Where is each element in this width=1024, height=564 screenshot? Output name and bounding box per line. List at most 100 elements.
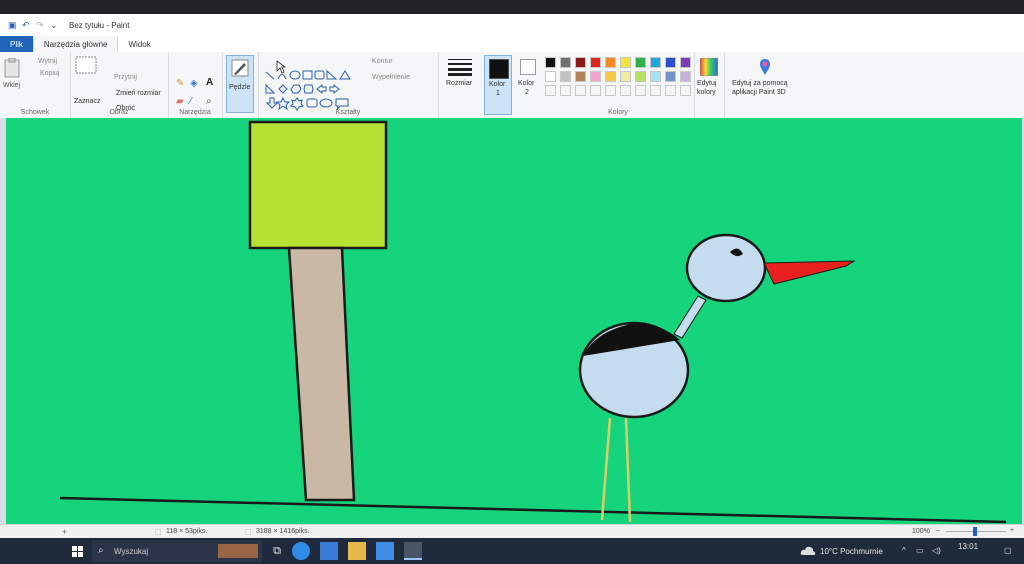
color-picker-icon[interactable]: ⁄: [190, 96, 192, 107]
bird-head: [685, 233, 767, 303]
palette-swatch[interactable]: [590, 85, 601, 96]
palette-swatch[interactable]: [665, 71, 676, 82]
pencil-icon[interactable]: ✎: [176, 78, 184, 89]
paste-icon[interactable]: [4, 58, 20, 78]
palette-swatch[interactable]: [680, 57, 691, 68]
notifications-icon[interactable]: ▢: [1004, 546, 1012, 555]
palette-swatch[interactable]: [665, 85, 676, 96]
palette-swatch[interactable]: [575, 85, 586, 96]
brushes-button[interactable]: Pędzle: [226, 55, 254, 113]
paint3d-label-1: Edytuj za pomocą: [732, 80, 788, 87]
paint-window: ▣ ↶ ↷ ⌄ Bez tytułu - Paint Plik Narzędzi…: [0, 14, 1024, 564]
network-icon[interactable]: ▭: [916, 546, 924, 555]
taskbar: ⌕ Wyszukaj ⧉ 10°C Pochmurnie ^ ▭ ◁) 13:0…: [0, 538, 1024, 564]
size-group[interactable]: Rozmiar: [438, 52, 480, 118]
zoom-out-icon[interactable]: −: [936, 528, 940, 535]
palette-swatch[interactable]: [590, 57, 601, 68]
tree-crown: [248, 120, 388, 250]
eraser-icon[interactable]: ▰: [176, 96, 184, 107]
window-title: Bez tytułu - Paint: [69, 20, 130, 30]
brushes-label: Pędzle: [229, 84, 251, 91]
palette-swatch[interactable]: [650, 85, 661, 96]
windows-start-icon[interactable]: [72, 546, 84, 558]
task-view-icon[interactable]: ⧉: [268, 542, 286, 560]
status-bar: + ⬚ 118 × 53piks. ⬚ 3188 × 1416piks. 100…: [0, 524, 1024, 539]
crop-button[interactable]: Przytnij: [114, 74, 137, 81]
palette-swatch[interactable]: [680, 71, 691, 82]
palette-swatch[interactable]: [545, 57, 556, 68]
drawing-canvas[interactable]: [6, 118, 1022, 524]
clock-time[interactable]: 13:01: [958, 542, 978, 551]
palette-swatch[interactable]: [590, 71, 601, 82]
palette-swatch[interactable]: [650, 71, 661, 82]
zoom-slider-thumb[interactable]: [973, 527, 977, 536]
copy-button[interactable]: Kopiuj: [40, 70, 59, 77]
colors-group: Kolory: [542, 52, 695, 118]
palette-swatch[interactable]: [605, 57, 616, 68]
zoom-in-icon[interactable]: +: [1010, 527, 1014, 534]
tab-view[interactable]: Widok: [118, 36, 160, 52]
palette-swatch[interactable]: [680, 85, 691, 96]
fill-button[interactable]: Wypełnienie: [372, 74, 410, 81]
palette-swatch[interactable]: [575, 71, 586, 82]
tray-chevron-icon[interactable]: ^: [902, 546, 906, 555]
palette-swatch[interactable]: [665, 57, 676, 68]
save-icon[interactable]: ▣: [8, 20, 17, 30]
undo-icon[interactable]: ↶: [22, 20, 31, 30]
search-box[interactable]: ⌕ Wyszukaj: [92, 540, 262, 562]
volume-icon[interactable]: ◁): [932, 546, 941, 555]
palette-swatch[interactable]: [560, 71, 571, 82]
palette-swatch[interactable]: [620, 57, 631, 68]
customize-icon[interactable]: ⌄: [50, 20, 59, 30]
color2-group[interactable]: Kolor 2: [514, 52, 542, 118]
ground-line: [59, 496, 1007, 524]
redo-icon[interactable]: ↷: [36, 20, 45, 30]
palette-swatch[interactable]: [620, 71, 631, 82]
edge-icon[interactable]: [292, 542, 310, 560]
magnifier-icon[interactable]: ⌕: [206, 96, 212, 107]
palette-swatch[interactable]: [545, 71, 556, 82]
paste-button[interactable]: Wklej: [3, 82, 20, 89]
palette-swatch[interactable]: [605, 71, 616, 82]
palette-swatch[interactable]: [635, 71, 646, 82]
palette-swatch[interactable]: [560, 85, 571, 96]
edit-colors-group[interactable]: Edytuj kolory: [694, 52, 725, 118]
color1-label-bottom: 1: [496, 90, 500, 97]
palette-swatch[interactable]: [620, 85, 631, 96]
palette-swatch[interactable]: [650, 57, 661, 68]
color1-group[interactable]: Kolor 1: [482, 52, 514, 118]
outline-button[interactable]: Kontur: [372, 58, 393, 65]
paint3d-label-2: aplikacji Paint 3D: [732, 89, 786, 96]
color2-label-top: Kolor: [518, 80, 535, 87]
shapes-gallery[interactable]: [264, 70, 366, 114]
palette-swatch[interactable]: [605, 85, 616, 96]
select-button[interactable]: Zaznacz: [74, 98, 100, 105]
palette-swatch[interactable]: [635, 57, 646, 68]
clipboard-group: Wklej Wytnij Kopiuj Schowek: [0, 52, 71, 118]
palette-swatch[interactable]: [575, 57, 586, 68]
monitor-bezel: [0, 0, 1024, 14]
store-icon[interactable]: [376, 542, 394, 560]
search-input[interactable]: Wyszukaj: [114, 547, 148, 556]
app-icon-1[interactable]: [320, 542, 338, 560]
tab-home[interactable]: Narzędzia główne: [32, 36, 119, 52]
file-explorer-icon[interactable]: [348, 542, 366, 560]
select-icon[interactable]: [75, 56, 97, 76]
brush-icon: [231, 59, 249, 77]
cut-button[interactable]: Wytnij: [38, 58, 57, 65]
palette-swatch[interactable]: [635, 85, 646, 96]
fill-icon[interactable]: ◈: [190, 78, 198, 89]
image-group: Zaznacz Przytnij Zmień rozmiar Obróć Obr…: [70, 52, 169, 118]
drawing: [59, 120, 1007, 524]
palette-swatch[interactable]: [545, 85, 556, 96]
palette-swatch[interactable]: [560, 57, 571, 68]
color1-label-top: Kolor: [489, 81, 506, 88]
paint-taskbar-icon[interactable]: [404, 542, 422, 560]
resize-button[interactable]: Zmień rozmiar: [116, 90, 161, 97]
text-icon[interactable]: A: [206, 77, 213, 88]
tab-file[interactable]: Plik: [0, 36, 33, 52]
weather-text[interactable]: 10°C Pochmurnie: [820, 547, 883, 556]
brushes-group[interactable]: Pędzle: [222, 52, 259, 118]
paint3d-group[interactable]: Edytuj za pomocą aplikacji Paint 3D: [724, 52, 808, 118]
color1-button[interactable]: Kolor 1: [484, 55, 512, 115]
